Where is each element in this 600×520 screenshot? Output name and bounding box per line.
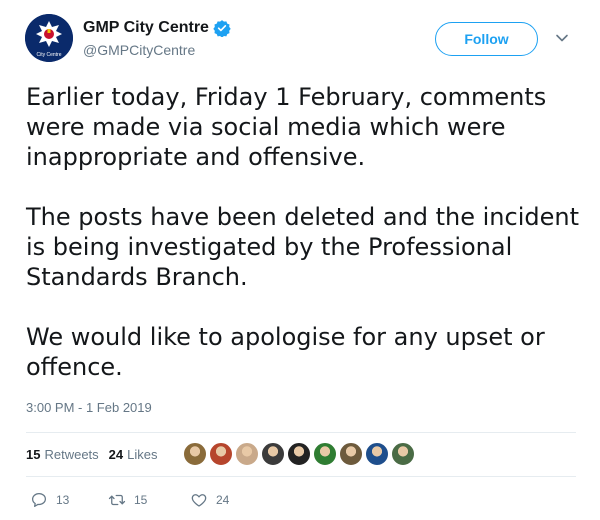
engagement-stats: 15 Retweets 24 Likes	[26, 436, 168, 472]
account-handle[interactable]: @GMPCityCentre	[83, 42, 231, 58]
tweet-header: City Centre GMP City Centre @GMPCityCent…	[25, 14, 585, 64]
tweet-paragraph: Earlier today, Friday 1 February, commen…	[26, 83, 547, 171]
tweet-actions: 13 15 24	[30, 490, 260, 510]
liker-avatar-5[interactable]	[287, 442, 311, 466]
tweet-paragraph: We would like to apologise for any upset…	[26, 323, 545, 381]
likes-label: Likes	[127, 446, 158, 462]
chevron-down-icon[interactable]	[555, 31, 569, 45]
verified-badge-icon	[213, 20, 231, 37]
retweet-count: 15	[134, 493, 148, 507]
retweets-stat[interactable]: 15 Retweets	[26, 447, 99, 462]
account-avatar[interactable]: City Centre	[25, 14, 73, 62]
heart-icon	[191, 494, 207, 507]
likes-count: 24	[108, 446, 124, 462]
likes-stat[interactable]: 24 Likes	[109, 447, 158, 462]
reply-icon	[31, 492, 47, 508]
display-name[interactable]: GMP City Centre	[83, 19, 209, 37]
retweets-label: Retweets	[44, 446, 99, 462]
tweet-timestamp[interactable]: 3:00 PM - 1 Feb 2019	[26, 400, 152, 415]
police-badge-icon: City Centre	[25, 14, 73, 62]
likers-avatars	[183, 442, 417, 466]
follow-button[interactable]: Follow	[435, 22, 538, 56]
liker-avatar-9[interactable]	[391, 442, 415, 466]
reply-button[interactable]: 13	[30, 491, 100, 509]
retweets-count: 15	[26, 446, 41, 462]
liker-avatar-7[interactable]	[339, 442, 363, 466]
reply-count: 13	[56, 493, 70, 507]
like-button[interactable]: 24	[190, 491, 260, 509]
tweet-body: Earlier today, Friday 1 February, commen…	[26, 82, 586, 382]
account-names: GMP City Centre @GMPCityCentre	[83, 17, 231, 58]
liker-avatar-6[interactable]	[313, 442, 337, 466]
avatar-caption: City Centre	[36, 52, 61, 58]
liker-avatar-1[interactable]	[183, 442, 207, 466]
liker-avatar-3[interactable]	[235, 442, 259, 466]
liker-avatar-4[interactable]	[261, 442, 285, 466]
retweet-button[interactable]: 15	[108, 491, 188, 509]
divider	[26, 432, 576, 433]
retweet-icon	[108, 494, 126, 506]
like-count: 24	[216, 493, 230, 507]
liker-avatar-2[interactable]	[209, 442, 233, 466]
liker-avatar-8[interactable]	[365, 442, 389, 466]
tweet-paragraph: The posts have been deleted and the inci…	[26, 203, 579, 291]
divider	[26, 476, 576, 477]
